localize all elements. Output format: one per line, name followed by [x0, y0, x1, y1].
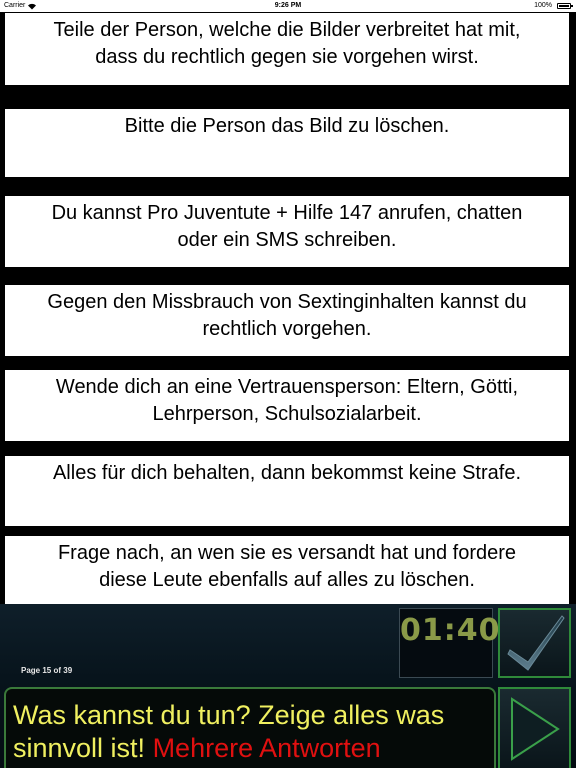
answer-text-line: dass du rechtlich gegen sie vorgehen wir… [95, 46, 479, 68]
answer-text-line: Frage nach, an wen sie es versandt hat u… [57, 542, 517, 564]
answer-text-line: Teile der Person, welche die Bilder verb… [53, 19, 521, 41]
answer-option-3[interactable]: Du kannst Pro Juventute + Hilfe 147 anru… [5, 196, 569, 267]
answer-text-line: Wende dich an eine Vertrauensperson: Elt… [55, 376, 519, 398]
checkmark-icon [507, 615, 565, 671]
answer-text-line: Gegen den Missbrauch von Sextinginhalten… [47, 291, 527, 313]
play-arrow-icon [511, 697, 560, 761]
answer-option-1[interactable]: Teile der Person, welche die Bilder verb… [5, 13, 569, 85]
answer-text-line: Lehrperson, Schulsozialarbeit. [152, 403, 422, 425]
answer-text-line: diese Leute ebenfalls auf alles zu lösch… [99, 569, 475, 591]
timer-display: 01:40 [399, 608, 501, 678]
answer-text-line: Du kannst Pro Juventute + Hilfe 147 anru… [51, 202, 523, 224]
answer-option-2[interactable]: Bitte die Person das Bild zu löschen. [5, 109, 569, 177]
answer-text-line: Alles für dich behalten, dann bekommst k… [52, 462, 522, 484]
multiple-answers-hint: Mehrere Antworten [152, 733, 381, 763]
answer-option-4[interactable]: Gegen den Missbrauch von Sextinginhalten… [5, 285, 569, 356]
question-text: Was kannst du tun? Zeige alles was [13, 700, 445, 730]
question-prompt: Was kannst du tun? Zeige alles was sinnv… [4, 687, 496, 768]
answer-text-line: oder ein SMS schreiben. [177, 229, 397, 251]
answer-option-5[interactable]: Wende dich an eine Vertrauensperson: Elt… [5, 370, 569, 441]
status-bar: Carrier 9:26 PM 100% [0, 0, 576, 12]
battery-percent: 100% [534, 2, 552, 9]
answer-option-7[interactable]: Frage nach, an wen sie es versandt hat u… [5, 536, 569, 604]
answer-text-line: rechtlich vorgehen. [202, 318, 372, 340]
question-text-continued: sinnvoll ist! [13, 733, 146, 763]
answer-option-6[interactable]: Alles für dich behalten, dann bekommst k… [5, 456, 569, 526]
page-indicator: Page 15 of 39 [21, 666, 73, 675]
answer-text-line: Bitte die Person das Bild zu löschen. [124, 115, 450, 137]
submit-answer-button[interactable] [498, 608, 571, 678]
status-time: 9:26 PM [274, 2, 302, 9]
battery-icon [557, 3, 573, 9]
next-question-button[interactable] [498, 687, 571, 768]
timer-text: 01:40 [400, 613, 501, 648]
